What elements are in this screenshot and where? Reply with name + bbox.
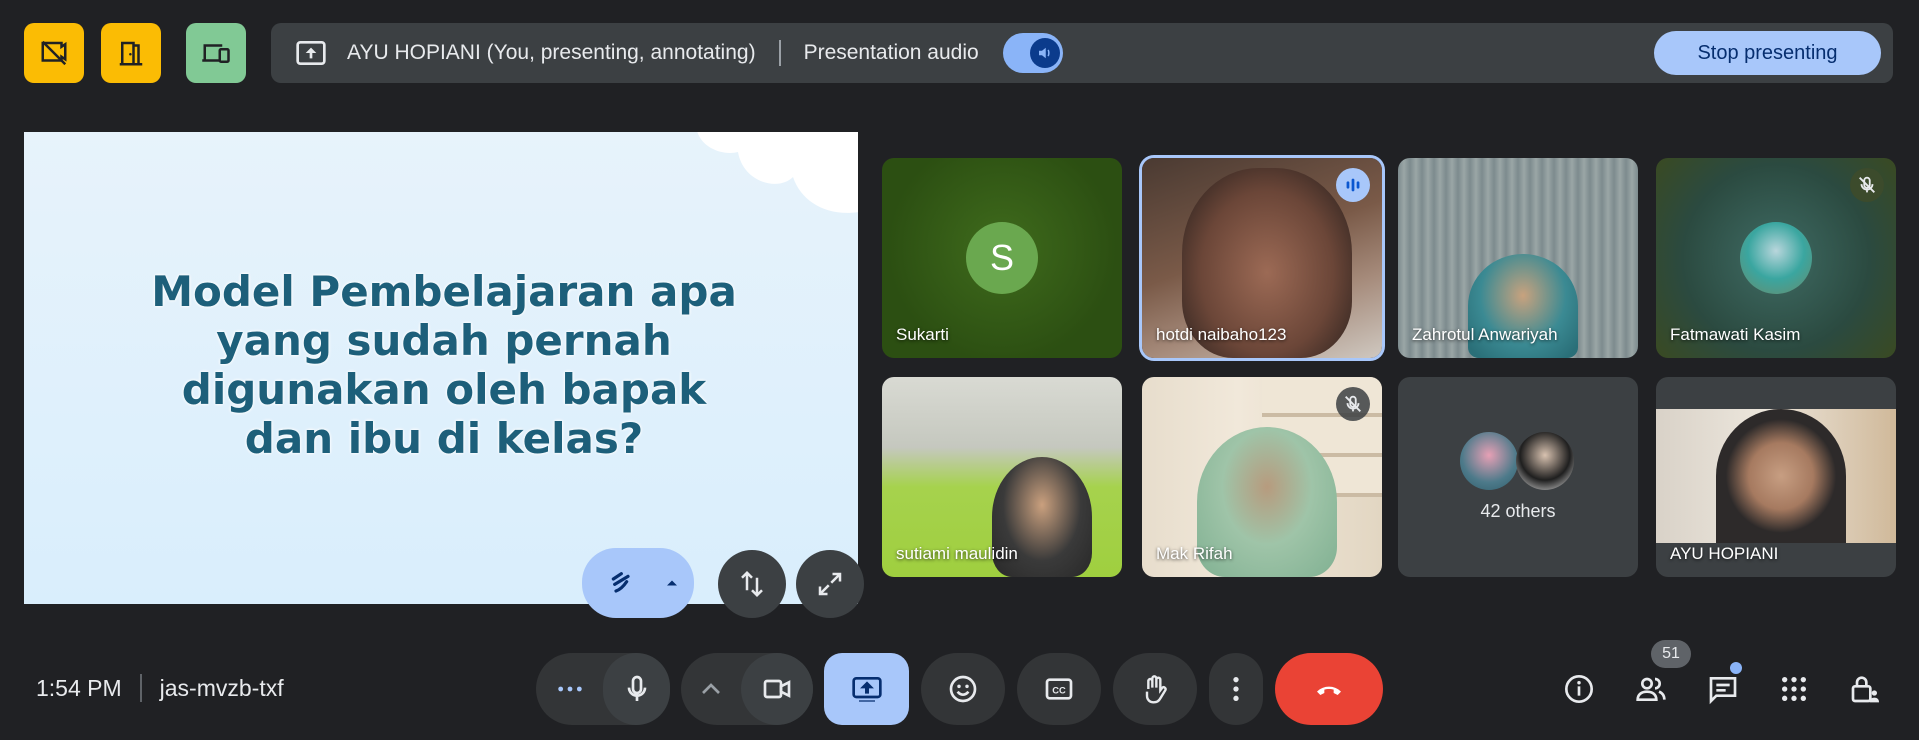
- video-camera-icon: [763, 679, 791, 699]
- avatar: [1740, 222, 1812, 294]
- participant-name: Sukarti: [896, 325, 949, 344]
- slide-line: Model Pembelajaran apa: [151, 267, 737, 316]
- expand-menu-icon[interactable]: [662, 573, 682, 593]
- audio-controls: [536, 653, 670, 725]
- camera-options-button[interactable]: [681, 653, 741, 725]
- svg-text:CC: CC: [1052, 686, 1066, 696]
- avatar: [1460, 432, 1518, 490]
- people-button[interactable]: [1630, 668, 1672, 710]
- annotate-pen-icon: [611, 572, 630, 593]
- devices-indicator[interactable]: [186, 23, 246, 83]
- no-video-hidden-icon: [41, 40, 67, 66]
- info-icon: [1565, 675, 1593, 703]
- more-options-button[interactable]: [1209, 653, 1263, 725]
- self-video-person: [1716, 409, 1846, 543]
- slide-line: digunakan oleh bapak: [181, 365, 707, 414]
- lock-person-icon: [1851, 676, 1879, 703]
- more-horiz-icon: [557, 686, 582, 692]
- volume-icon: [1029, 38, 1060, 68]
- chat-button[interactable]: [1702, 668, 1744, 710]
- reactions-button[interactable]: [921, 653, 1005, 725]
- avatar: [1516, 432, 1574, 490]
- chevron-up-icon: [702, 683, 720, 694]
- presentation-stage: Model Pembelajaran apa yang sudah pernah…: [24, 132, 864, 618]
- door-icon: [119, 41, 143, 66]
- participant-name: sutiami maulidin: [896, 544, 1018, 563]
- annotate-button[interactable]: [582, 548, 694, 618]
- present-screen-icon: [851, 677, 882, 702]
- presenting-bar: AYU HOPIANI (You, presenting, annotating…: [271, 23, 1893, 83]
- meeting-details-button[interactable]: [1558, 668, 1600, 710]
- fullscreen-button[interactable]: [796, 550, 864, 618]
- cloud-decoration: [697, 132, 858, 213]
- participant-tile[interactable]: Mak Rifah: [1142, 377, 1382, 577]
- closed-captions-icon: CC: [1045, 678, 1073, 700]
- people-icon: [1636, 677, 1666, 701]
- participant-tile[interactable]: sutiami maulidin: [882, 377, 1122, 577]
- leave-call-button[interactable]: [1275, 653, 1383, 725]
- others-count: 42 others: [1480, 501, 1556, 521]
- avatar: S: [966, 222, 1038, 294]
- swap-layout-icon: [741, 570, 763, 598]
- mic-off-icon: [1336, 387, 1370, 421]
- mic-off-icon: [1850, 168, 1884, 202]
- present-screen-icon: [293, 35, 329, 71]
- participant-name: Mak Rifah: [1156, 544, 1233, 563]
- current-time: 1:54 PM: [36, 674, 122, 701]
- activities-button[interactable]: [1773, 668, 1815, 710]
- participant-tile[interactable]: Zahrotul Anwariyah: [1398, 158, 1638, 358]
- participant-name: Fatmawati Kasim: [1670, 325, 1801, 344]
- speaking-indicator-icon: [1336, 168, 1370, 202]
- hand-icon: [1145, 675, 1167, 704]
- meeting-code[interactable]: jas-mvzb-txf: [160, 675, 284, 702]
- camera-button[interactable]: [741, 653, 813, 725]
- emoji-icon: [949, 675, 977, 703]
- devices-icon: [202, 44, 230, 63]
- divider: [139, 674, 142, 702]
- fullscreen-icon: [818, 572, 842, 596]
- participant-tile[interactable]: S Sukarti: [882, 158, 1122, 358]
- video-hidden-indicator[interactable]: [24, 23, 84, 83]
- slide-line: dan ibu di kelas?: [244, 414, 644, 463]
- presentation-audio-toggle[interactable]: [1002, 33, 1063, 73]
- chat-icon: [1709, 677, 1737, 705]
- swap-layout-button[interactable]: [718, 550, 786, 618]
- more-vert-icon: [1233, 677, 1239, 701]
- slide-line: yang sudah pernah: [216, 316, 672, 365]
- participant-count-badge: 51: [1651, 640, 1691, 668]
- presented-slide: Model Pembelajaran apa yang sudah pernah…: [24, 132, 858, 604]
- slide-question: Model Pembelajaran apa yang sudah pernah…: [104, 267, 784, 463]
- others-tile[interactable]: 42 others: [1398, 377, 1638, 577]
- camera-controls: [681, 653, 813, 725]
- presenter-label: AYU HOPIANI (You, presenting, annotating…: [347, 41, 756, 64]
- self-view-tile[interactable]: AYU HOPIANI: [1656, 377, 1896, 577]
- participant-name: AYU HOPIANI: [1670, 544, 1779, 563]
- participant-tile[interactable]: Fatmawati Kasim: [1656, 158, 1896, 358]
- participant-name: Zahrotul Anwariyah: [1412, 325, 1558, 344]
- participant-name: hotdi naibaho123: [1156, 325, 1287, 344]
- captions-button[interactable]: CC: [1017, 653, 1101, 725]
- room-indicator[interactable]: [101, 23, 161, 83]
- raise-hand-button[interactable]: [1113, 653, 1197, 725]
- divider: [778, 40, 781, 66]
- meeting-info: 1:54 PM jas-mvzb-txf: [36, 674, 284, 702]
- participant-tile-speaking[interactable]: hotdi naibaho123: [1142, 158, 1382, 358]
- end-call-icon: [1317, 686, 1341, 695]
- present-now-button[interactable]: [824, 653, 909, 725]
- presentation-audio-label: Presentation audio: [803, 41, 979, 64]
- host-controls-button[interactable]: [1844, 668, 1886, 710]
- audio-options-button[interactable]: [536, 653, 603, 725]
- microphone-icon: [627, 675, 646, 701]
- apps-grid-icon: [1782, 677, 1806, 701]
- chat-notification-dot: [1730, 662, 1742, 674]
- stop-presenting-button[interactable]: Stop presenting: [1654, 31, 1881, 75]
- microphone-button[interactable]: [603, 653, 670, 725]
